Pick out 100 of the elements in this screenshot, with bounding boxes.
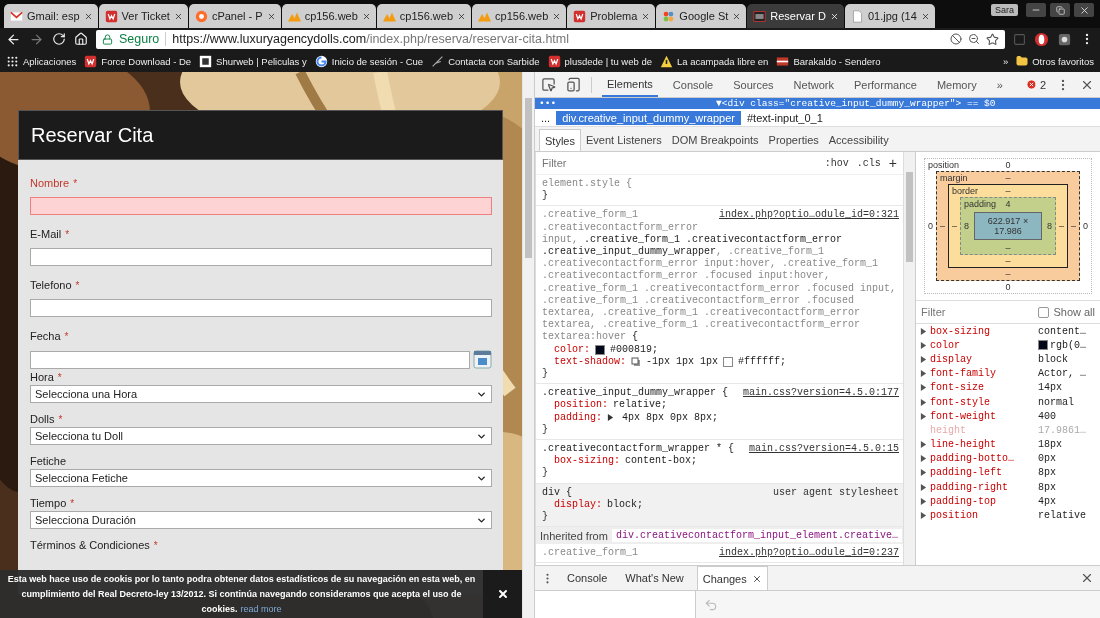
lock-icon <box>102 33 113 45</box>
minimize-button[interactable] <box>1026 3 1046 17</box>
hov-toggle[interactable]: :hov <box>824 157 849 169</box>
close-icon[interactable] <box>829 11 839 21</box>
browser-tab[interactable]: cp156.web <box>472 4 567 28</box>
source-link[interactable]: main.css?version=4.5.0:15 <box>748 443 899 456</box>
bookmark-folder[interactable]: Otros favoritos <box>1016 55 1094 67</box>
inspect-icon[interactable] <box>541 77 556 92</box>
panel-tab[interactable]: Accessibility <box>823 129 894 151</box>
expand-arrow-icon[interactable] <box>607 414 614 422</box>
close-icon[interactable] <box>552 11 562 21</box>
address-bar[interactable]: Seguro https://www.luxuryagencydolls.com/index.php/reserva/reservar-cita.html <box>96 29 1005 49</box>
more-bookmarks[interactable]: » <box>1002 55 1009 67</box>
bookmark[interactable]: Contacta con Sarbide <box>431 54 540 68</box>
close-icon[interactable] <box>751 573 762 584</box>
filter-field[interactable]: Filter <box>921 306 1035 318</box>
devtools-tab[interactable]: Console <box>667 72 719 97</box>
filter-field[interactable]: Filter <box>542 157 817 169</box>
read-more-link[interactable]: read more <box>240 604 282 614</box>
calendar-icon[interactable] <box>473 350 492 369</box>
source-link[interactable]: main.css?version=4.5.0:177 <box>742 387 899 400</box>
text-field[interactable] <box>30 248 492 266</box>
star-icon[interactable] <box>986 32 999 46</box>
property-value: 400 <box>1038 410 1056 422</box>
browser-tab[interactable]: cp156.web <box>376 4 472 28</box>
close-button[interactable] <box>483 570 522 618</box>
new-rule-button[interactable]: + <box>888 155 897 171</box>
envelope-icon <box>10 9 23 23</box>
zoom-icon[interactable] <box>968 33 980 45</box>
cls-toggle[interactable]: .cls <box>856 157 881 169</box>
text-field[interactable] <box>30 197 492 215</box>
close-icon[interactable] <box>83 11 93 21</box>
browser-tab[interactable]: Gmail: esp <box>4 4 98 28</box>
extension-icon[interactable] <box>1034 31 1049 47</box>
dom-node-row[interactable]: ••• ▼<div class="creative_input_dummy_wrapper"> == $0 <box>535 98 1100 109</box>
select-field[interactable]: Selecciona Fetiche <box>30 469 492 487</box>
bookmark[interactable]: Force Download - De <box>84 54 192 68</box>
date-field[interactable] <box>30 350 470 369</box>
drawer-tab[interactable]: Changes <box>696 566 768 590</box>
browser-tab[interactable]: 01.jpg (14 <box>844 4 935 28</box>
panel-tab[interactable]: Event Listeners <box>580 129 667 151</box>
checkbox[interactable] <box>1038 306 1050 318</box>
panel-tab[interactable]: Properties <box>763 129 824 151</box>
close-button[interactable] <box>1074 3 1094 17</box>
breadcrumb[interactable]: #text-input_0_1 <box>741 110 829 125</box>
select-field[interactable]: Selecciona una Hora <box>30 385 492 403</box>
devtools-tab[interactable]: Performance <box>848 72 922 97</box>
panel-tab[interactable]: Styles <box>539 129 581 151</box>
source-link[interactable]: index.php?optio…odule_id=0:237 <box>718 547 899 560</box>
close-icon[interactable] <box>173 11 183 21</box>
browser-tab[interactable]: Ver Ticket <box>98 4 188 28</box>
close-icon[interactable] <box>641 11 651 21</box>
drawer-tab[interactable]: What's New <box>620 566 689 590</box>
close-icon[interactable] <box>1080 571 1094 585</box>
color-swatch[interactable] <box>595 344 605 355</box>
box-value: – <box>940 221 946 231</box>
browser-tab[interactable]: Problema <box>567 4 656 28</box>
devtools-tab[interactable]: Sources <box>728 72 779 97</box>
close-icon[interactable] <box>266 11 276 21</box>
close-icon[interactable] <box>920 11 930 21</box>
reload-icon[interactable] <box>52 32 66 46</box>
checkbox-label: Show all <box>1053 306 1095 318</box>
home-icon[interactable] <box>74 32 88 46</box>
device-icon[interactable] <box>566 77 581 92</box>
devtools-tab[interactable]: Memory <box>931 72 982 97</box>
more-tabs[interactable]: » <box>991 72 1008 97</box>
panel-tab[interactable]: DOM Breakpoints <box>666 129 764 151</box>
color-swatch[interactable] <box>723 356 734 367</box>
source-link[interactable]: index.php?optio…odule_id=0:321 <box>718 209 899 222</box>
bookmark[interactable]: Shurweb | Peliculas y <box>199 54 307 68</box>
browser-tab[interactable]: cp156.web <box>281 4 376 28</box>
blocked-icon[interactable] <box>950 33 962 45</box>
browser-tab[interactable]: Reservar D <box>747 4 844 28</box>
bookmark[interactable]: Aplicaciones <box>6 54 77 68</box>
close-icon[interactable] <box>361 11 371 21</box>
extension-icon[interactable] <box>1057 31 1072 47</box>
select-field[interactable]: Selecciona Duración <box>30 511 492 529</box>
breadcrumb[interactable]: div.creative_input_dummy_wrapper <box>556 110 741 125</box>
select-field[interactable]: Selecciona tu Doll <box>30 427 492 445</box>
close-icon[interactable] <box>457 11 467 21</box>
forward-icon[interactable] <box>29 31 44 47</box>
breadcrumb[interactable]: ... <box>535 110 557 125</box>
bookmark[interactable]: Inicio de sesión - Cue <box>314 54 424 68</box>
restore-button[interactable] <box>1050 3 1070 17</box>
text-field[interactable] <box>30 299 492 317</box>
browser-tab[interactable]: cPanel - P <box>188 4 281 28</box>
devtools-tab[interactable]: Network <box>788 72 839 97</box>
scrollbar[interactable] <box>903 152 915 565</box>
scrollbar[interactable] <box>522 72 534 618</box>
bookmark[interactable]: La acampada libre en <box>660 54 769 68</box>
close-icon[interactable] <box>732 11 742 21</box>
bookmark[interactable]: plusdede | tu web de <box>547 54 652 68</box>
drawer-tab[interactable]: Console <box>562 566 613 590</box>
box-label: border <box>952 186 980 196</box>
bookmark[interactable]: Barakaldo - Sendero <box>776 54 881 68</box>
shadow-icon[interactable] <box>631 356 641 367</box>
property-name: position <box>930 510 979 522</box>
browser-tab[interactable]: Google St <box>656 4 747 28</box>
back-icon[interactable] <box>6 31 21 47</box>
inherited-element[interactable]: div.creativecontactform_input_element.creative… <box>611 529 902 543</box>
